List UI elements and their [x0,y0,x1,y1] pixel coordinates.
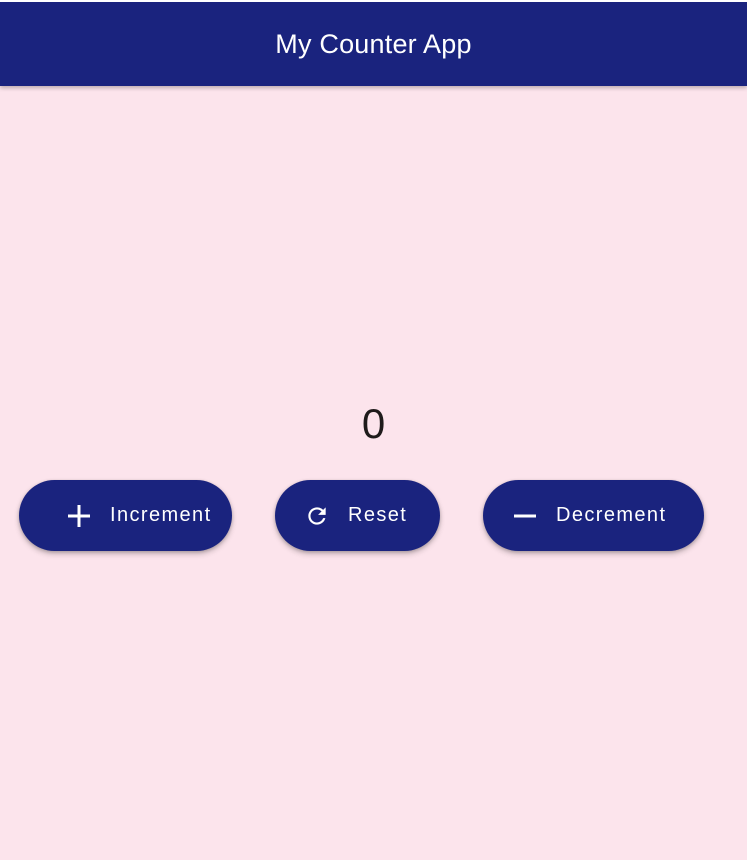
decrement-button[interactable]: Decrement [483,480,704,551]
minus-icon [512,503,538,529]
increment-button[interactable]: Increment [19,480,232,551]
refresh-icon [304,503,330,529]
app-title: My Counter App [275,28,472,59]
decrement-label: Decrement [556,504,667,526]
reset-button[interactable]: Reset [275,480,440,551]
plus-icon [66,503,92,529]
increment-label: Increment [110,504,212,526]
reset-label: Reset [348,504,408,526]
app-window: My Counter App 0 Increment Reset Decreme… [0,0,747,861]
app-bar: My Counter App [0,2,747,86]
counter-value: 0 [361,400,386,447]
